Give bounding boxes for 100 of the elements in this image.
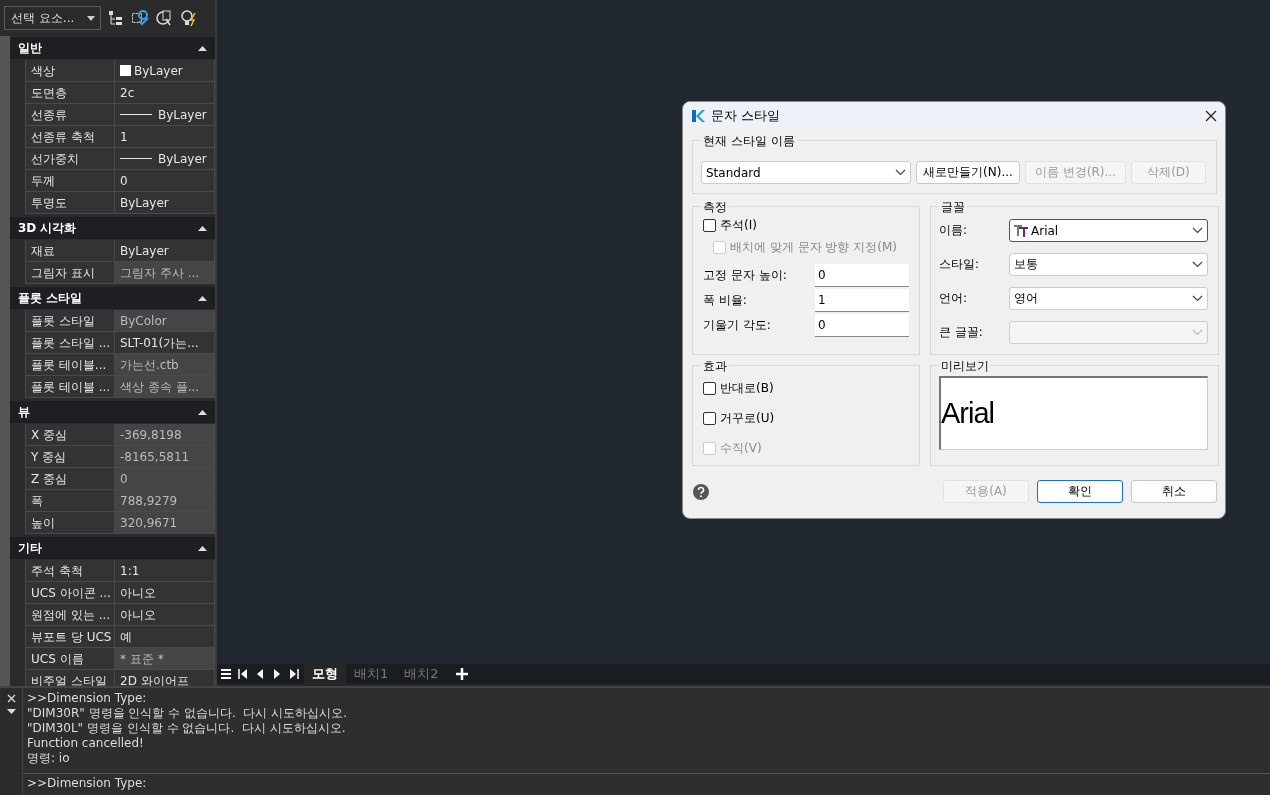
collapse-icon[interactable]: [198, 295, 207, 301]
section-title: 기타: [18, 542, 42, 554]
line-sample: [120, 114, 152, 115]
property-name: 도면층: [25, 82, 115, 104]
property-value[interactable]: ByLayer: [115, 192, 215, 214]
dialog-button[interactable]: 새로만들기(N)...: [916, 161, 1020, 184]
checkbox-label: 배치에 맞게 문자 방향 지정(M): [730, 239, 897, 256]
command-input[interactable]: >>Dimension Type:: [23, 774, 1270, 792]
font-dropdown[interactable]: 영어: [1009, 287, 1208, 310]
hierarchy-icon[interactable]: [107, 9, 125, 27]
property-name: 폭: [25, 490, 115, 512]
property-name: 선가중치: [25, 148, 115, 170]
collapse-icon[interactable]: [198, 409, 207, 415]
line-sample: [120, 158, 152, 159]
property-value[interactable]: 아니오: [115, 604, 215, 626]
property-name: 선종류: [25, 104, 115, 126]
history-line: Function cancelled!: [27, 736, 145, 751]
property-value[interactable]: 예: [115, 626, 215, 648]
property-value[interactable]: ByLayer: [115, 60, 215, 82]
property-value[interactable]: ByLayer: [115, 240, 215, 262]
property-name: 플롯 스타일 ...: [25, 332, 115, 354]
section-header[interactable]: 기타: [10, 537, 215, 559]
chevron-icon: [1192, 261, 1203, 268]
property-name: 투명도: [25, 192, 115, 214]
field-label: 큰 글꼴:: [939, 324, 984, 341]
group-title: 효과: [701, 358, 729, 375]
font-dropdown[interactable]: Arial: [1009, 219, 1208, 242]
field-label: 폭 비율:: [703, 292, 748, 309]
close-icon[interactable]: [1205, 110, 1217, 122]
dialog-button[interactable]: 취소: [1131, 480, 1217, 503]
collapse-icon[interactable]: [198, 545, 207, 551]
collapse-icon[interactable]: [198, 45, 207, 51]
property-value[interactable]: ByLayer: [115, 104, 215, 126]
help-icon[interactable]: [693, 483, 709, 500]
property-name: 재료: [25, 240, 115, 262]
checkbox[interactable]: [703, 412, 716, 425]
chevron-icon: [1192, 329, 1203, 336]
group-title: 측정: [701, 199, 729, 216]
number-field[interactable]: 1: [815, 289, 909, 312]
field-label: 이름:: [939, 222, 969, 239]
property-value[interactable]: 1:1: [115, 560, 215, 582]
property-name: 높이: [25, 512, 115, 534]
select-objects-icon[interactable]: [131, 9, 149, 27]
history-line: >>Dimension Type:: [27, 691, 148, 706]
caret-icon: [87, 15, 95, 21]
font-dropdown[interactable]: 보통: [1009, 253, 1208, 276]
property-value[interactable]: 1: [115, 126, 215, 148]
property-name: Z 중심: [25, 468, 115, 490]
section-header[interactable]: 일반: [10, 37, 215, 59]
property-value[interactable]: 아니오: [115, 582, 215, 604]
number-field[interactable]: 0: [815, 314, 909, 337]
dialog-button[interactable]: 확인: [1037, 480, 1123, 503]
quick-select-icon[interactable]: [155, 9, 173, 27]
menu-icon[interactable]: [219, 667, 233, 681]
first-icon[interactable]: [236, 667, 250, 681]
field-label: 언어:: [939, 290, 969, 307]
section-header[interactable]: 3D 시각화: [10, 217, 215, 239]
property-value[interactable]: 2c: [115, 82, 215, 104]
checkbox-label: 반대로(B): [720, 380, 774, 397]
collapse-icon[interactable]: [198, 225, 207, 231]
last-icon[interactable]: [287, 667, 301, 681]
caret-icon[interactable]: [6, 709, 16, 714]
property-name: X 중심: [25, 424, 115, 446]
dialog-title: 문자 스타일: [711, 107, 782, 125]
section-header[interactable]: 플롯 스타일: [10, 287, 215, 309]
lightbulb-icon[interactable]: [179, 9, 197, 27]
layout-tab[interactable]: 배치2: [396, 664, 447, 684]
number-field[interactable]: 0: [815, 264, 909, 287]
property-value[interactable]: 0: [115, 170, 215, 192]
property-value: 가는선.ctb: [115, 354, 215, 376]
property-name: UCS 아이콘 ...: [25, 582, 115, 604]
property-name: Y 중심: [25, 446, 115, 468]
property-value: ByColor: [115, 310, 215, 332]
history-line: 명령: io: [27, 751, 71, 766]
property-name: 원점에 있는 ...: [25, 604, 115, 626]
checkbox[interactable]: [703, 382, 716, 395]
selection-dropdown[interactable]: 선택 요소...: [4, 6, 101, 30]
layout-tab[interactable]: 배치1: [346, 664, 397, 684]
style-dropdown[interactable]: Standard: [701, 161, 911, 184]
checkbox-label: 주석(I): [720, 217, 757, 234]
section-header[interactable]: 뷰: [10, 401, 215, 423]
section-title: 플롯 스타일: [18, 292, 83, 304]
field-label: 기울기 각도:: [703, 317, 772, 334]
property-name: 플롯 테이블 ...: [25, 376, 115, 398]
chevron-icon: [1192, 227, 1203, 234]
history-line: "DIM30L" 명령을 인식할 수 없습니다. 다시 시도하십시오.: [27, 721, 347, 736]
checkbox-label: 거꾸로(U): [720, 410, 775, 427]
property-value[interactable]: SLT-01(가는...: [115, 332, 215, 354]
checkbox-label: 수직(V): [720, 440, 762, 457]
checkbox[interactable]: [703, 219, 716, 232]
property-name: 플롯 스타일: [25, 310, 115, 332]
group-title: 현재 스타일 이름: [701, 133, 797, 150]
property-name: 두께: [25, 170, 115, 192]
truetype-icon: [1014, 224, 1028, 237]
add-icon[interactable]: [454, 667, 469, 681]
property-value[interactable]: ByLayer: [115, 148, 215, 170]
property-value[interactable]: 2D 와이어프: [115, 670, 215, 686]
property-value: 색상 종속 플...: [115, 376, 215, 398]
group-title: 미리보기: [939, 358, 991, 375]
layout-tab[interactable]: 모형: [304, 664, 346, 684]
